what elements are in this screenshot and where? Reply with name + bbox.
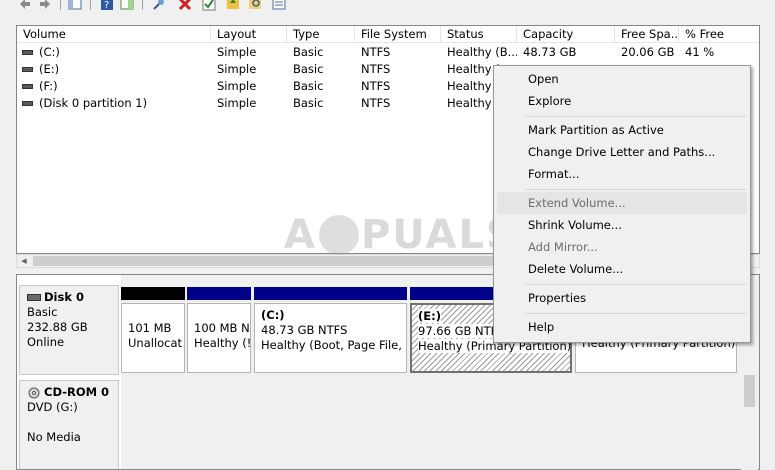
- partition-size: 97.66 GB NTFS: [418, 324, 505, 338]
- volume-name: (C:): [39, 45, 60, 59]
- column-header-free-space[interactable]: Free Spa...: [615, 26, 679, 43]
- volume-file-system: NTFS: [361, 62, 391, 76]
- volume-free-space: 20.06 GB: [621, 45, 675, 59]
- column-header-capacity[interactable]: Capacity: [517, 26, 615, 43]
- partition-status: Healthy (!: [194, 336, 251, 350]
- partition-size: 48.73 GB NTFS: [261, 323, 348, 337]
- volume-file-system: NTFS: [361, 79, 391, 93]
- menu-item-open[interactable]: Open: [497, 68, 747, 90]
- forward-icon[interactable]: [38, 0, 52, 11]
- volume-type: Basic: [293, 45, 324, 59]
- menu-item-delete-volume[interactable]: Delete Volume...: [497, 258, 747, 280]
- properties-icon[interactable]: [202, 0, 216, 11]
- cdrom-0-label[interactable]: CD-ROM 0 DVD (G:) No Media: [19, 380, 119, 469]
- volume-type: Basic: [293, 79, 324, 93]
- volume-type: Basic: [293, 96, 324, 110]
- search-icon[interactable]: [248, 0, 262, 11]
- partition-unallocated[interactable]: 101 MB Unallocat: [121, 287, 185, 374]
- watermark-logo: A PUALS: [284, 212, 517, 258]
- volume-name: (E:): [39, 62, 60, 76]
- partition-title: (C:): [261, 308, 285, 322]
- volume-layout: Simple: [217, 62, 257, 76]
- menu-item-properties[interactable]: Properties: [497, 287, 747, 309]
- drive-icon: [22, 67, 33, 72]
- partition-size: 100 MB N: [194, 321, 250, 335]
- cdrom-state: No Media: [27, 430, 81, 444]
- show-hide-action-pane-icon[interactable]: [120, 0, 134, 11]
- partition-system[interactable]: 100 MB N Healthy (!: [187, 287, 251, 374]
- cd-icon: [28, 387, 40, 398]
- partition-title: (E:): [418, 309, 441, 323]
- column-header-type[interactable]: Type: [287, 26, 355, 43]
- partition-status: Healthy (Boot, Page File, C: [261, 338, 407, 352]
- disk-type: Basic: [27, 305, 58, 319]
- menu-item-shrink-volume[interactable]: Shrink Volume...: [497, 214, 747, 236]
- volume-type: Basic: [293, 62, 324, 76]
- column-header-layout[interactable]: Layout: [211, 26, 287, 43]
- cdrom-name: CD-ROM 0: [44, 385, 110, 399]
- disk-0-label[interactable]: Disk 0 Basic 232.88 GB Online: [19, 285, 119, 375]
- help-icon[interactable]: ?: [100, 0, 114, 11]
- disk-name: Disk 0: [44, 290, 84, 304]
- volume-name: (F:): [39, 79, 58, 93]
- volume-percent-free: 41 %: [685, 45, 715, 59]
- volume-list-header: Volume Layout Type File System Status Ca…: [17, 26, 759, 43]
- partition-size: 101 MB: [128, 321, 172, 335]
- partition-c[interactable]: (C:) 48.73 GB NTFS Healthy (Boot, Page F…: [254, 287, 407, 374]
- connect-icon[interactable]: [152, 0, 166, 11]
- menu-item-mark-partition-active[interactable]: Mark Partition as Active: [497, 119, 747, 141]
- scrollbar-thumb[interactable]: [744, 375, 755, 407]
- console-tree-icon[interactable]: [68, 0, 82, 11]
- svg-text:?: ?: [104, 0, 109, 11]
- drive-icon: [22, 84, 33, 89]
- drive-icon: [22, 101, 33, 106]
- column-header-file-system[interactable]: File System: [355, 26, 441, 43]
- volume-file-system: NTFS: [361, 96, 391, 110]
- menu-item-extend-volume[interactable]: Extend Volume...: [497, 192, 747, 214]
- list-view-icon[interactable]: [272, 0, 286, 11]
- volume-layout: Simple: [217, 96, 257, 110]
- menu-item-format[interactable]: Format...: [497, 163, 747, 185]
- volume-status: Healthy (B...: [447, 45, 517, 59]
- drive-icon: [22, 50, 33, 55]
- volume-capacity: 48.73 GB: [523, 45, 577, 59]
- context-menu: Open Explore Mark Partition as Active Ch…: [493, 65, 751, 343]
- cdrom-type: DVD (G:): [27, 400, 78, 414]
- volume-layout: Simple: [217, 45, 257, 59]
- disk-view-vertical-scrollbar[interactable]: [741, 375, 758, 470]
- delete-icon[interactable]: [178, 0, 192, 11]
- menu-item-help[interactable]: Help: [497, 316, 747, 338]
- partition-status: Unallocat: [128, 336, 183, 350]
- column-header-percent-free[interactable]: % Free: [679, 26, 759, 43]
- menu-item-change-drive-letter[interactable]: Change Drive Letter and Paths...: [497, 141, 747, 163]
- disk-state: Online: [27, 335, 65, 349]
- up-folder-icon[interactable]: [226, 0, 240, 11]
- menu-item-add-mirror[interactable]: Add Mirror...: [497, 236, 747, 258]
- volume-layout: Simple: [217, 79, 257, 93]
- disk-size: 232.88 GB: [27, 320, 88, 334]
- scroll-left-icon[interactable]: ◀: [17, 255, 31, 267]
- disk-icon: [27, 294, 41, 301]
- volume-row[interactable]: (C:) Simple Basic NTFS Healthy (B... 48.…: [17, 44, 759, 61]
- menu-item-explore[interactable]: Explore: [497, 90, 747, 112]
- toolbar: ?: [0, 0, 775, 14]
- back-icon[interactable]: [18, 0, 32, 11]
- volume-name: (Disk 0 partition 1): [39, 96, 148, 110]
- column-header-status[interactable]: Status: [441, 26, 517, 43]
- column-header-volume[interactable]: Volume: [17, 26, 211, 43]
- volume-file-system: NTFS: [361, 45, 391, 59]
